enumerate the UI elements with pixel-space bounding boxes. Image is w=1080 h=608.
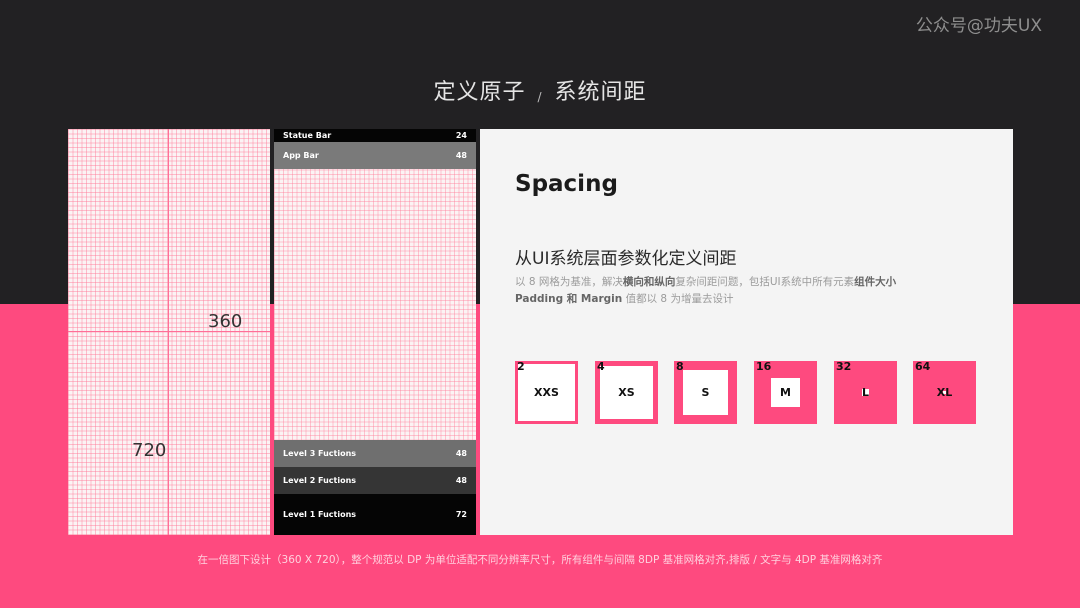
app-bar: App Bar 48	[274, 142, 476, 169]
bar-label: Statue Bar	[283, 131, 332, 140]
spacing-swatch-s: 8 S	[674, 360, 737, 424]
desc-emphasis: 组件大小	[854, 276, 897, 288]
bar-label: App Bar	[283, 151, 319, 160]
spacing-swatch-xs: 4 XS	[595, 360, 658, 424]
title-right: 系统间距	[554, 80, 647, 105]
grid-panel: 360 720	[68, 129, 270, 535]
card-description-line-2: Padding 和 Margin 值都以 8 为增量去设计	[515, 291, 733, 306]
swatch-name: XL	[936, 386, 953, 399]
spacing-swatch-l: 32 L	[834, 360, 897, 424]
card-description-line-1: 以 8 网格为基准，解决横向和纵向复杂间距问题，包括UI系统中所有元素组件大小	[515, 274, 896, 289]
desc-text: 复杂间距问题，包括UI系统中所有元素	[675, 276, 855, 288]
status-bar: Statue Bar 24	[274, 129, 476, 142]
layout-panel: Statue Bar 24 App Bar 48 Level 3 Fuction…	[274, 129, 476, 535]
bar-value: 48	[455, 449, 467, 458]
swatch-name: S	[701, 386, 710, 399]
bar-label: Level 3 Fuctions	[283, 449, 357, 458]
spacing-card: Spacing 从UI系统层面参数化定义间距 以 8 网格为基准，解决横向和纵向…	[480, 129, 1013, 535]
swatch-name: XS	[618, 386, 635, 399]
level-1-functions-bar: Level 1 Fuctions 72	[274, 494, 476, 535]
level-3-functions-bar: Level 3 Fuctions 48	[274, 440, 476, 467]
desc-emphasis: Padding 和 Margin	[515, 293, 623, 305]
spacing-swatch-m: 16 M	[754, 360, 817, 424]
title-left: 定义原子	[433, 80, 526, 105]
desc-text: 值都以 8 为增量去设计	[622, 293, 734, 305]
swatch-name: L	[861, 386, 869, 399]
bar-value: 24	[455, 131, 467, 140]
grid-center-vertical-line	[168, 129, 169, 535]
card-heading: Spacing	[515, 171, 618, 197]
title-separator: /	[537, 90, 543, 104]
bar-label: Level 1 Fuctions	[283, 510, 357, 519]
desc-text: 以 8 网格为基准，解决	[515, 276, 623, 288]
desc-emphasis: 横向和纵向	[622, 276, 676, 288]
footer-note: 在一倍图下设计（360 X 720），整个规范以 DP 为单位适配不同分辨率尺寸…	[197, 554, 883, 566]
level-2-functions-bar: Level 2 Fuctions 48	[274, 467, 476, 494]
grid-width-label: 360	[208, 311, 243, 332]
bar-value: 72	[455, 510, 467, 519]
swatch-name: M	[780, 386, 791, 399]
bar-value: 48	[455, 151, 467, 160]
spacing-swatch-xl: 64 XL	[913, 360, 976, 424]
bar-label: Level 2 Fuctions	[283, 476, 357, 485]
spacing-swatch-xxs: 2 XXS	[515, 360, 578, 424]
card-subheading: 从UI系统层面参数化定义间距	[515, 249, 737, 269]
grid-height-label: 720	[132, 440, 167, 461]
bar-value: 48	[455, 476, 467, 485]
swatch-name: XXS	[534, 386, 559, 399]
page-title: 定义原子 / 系统间距	[0, 74, 1080, 106]
watermark: 公众号@功夫UX	[915, 16, 1042, 36]
